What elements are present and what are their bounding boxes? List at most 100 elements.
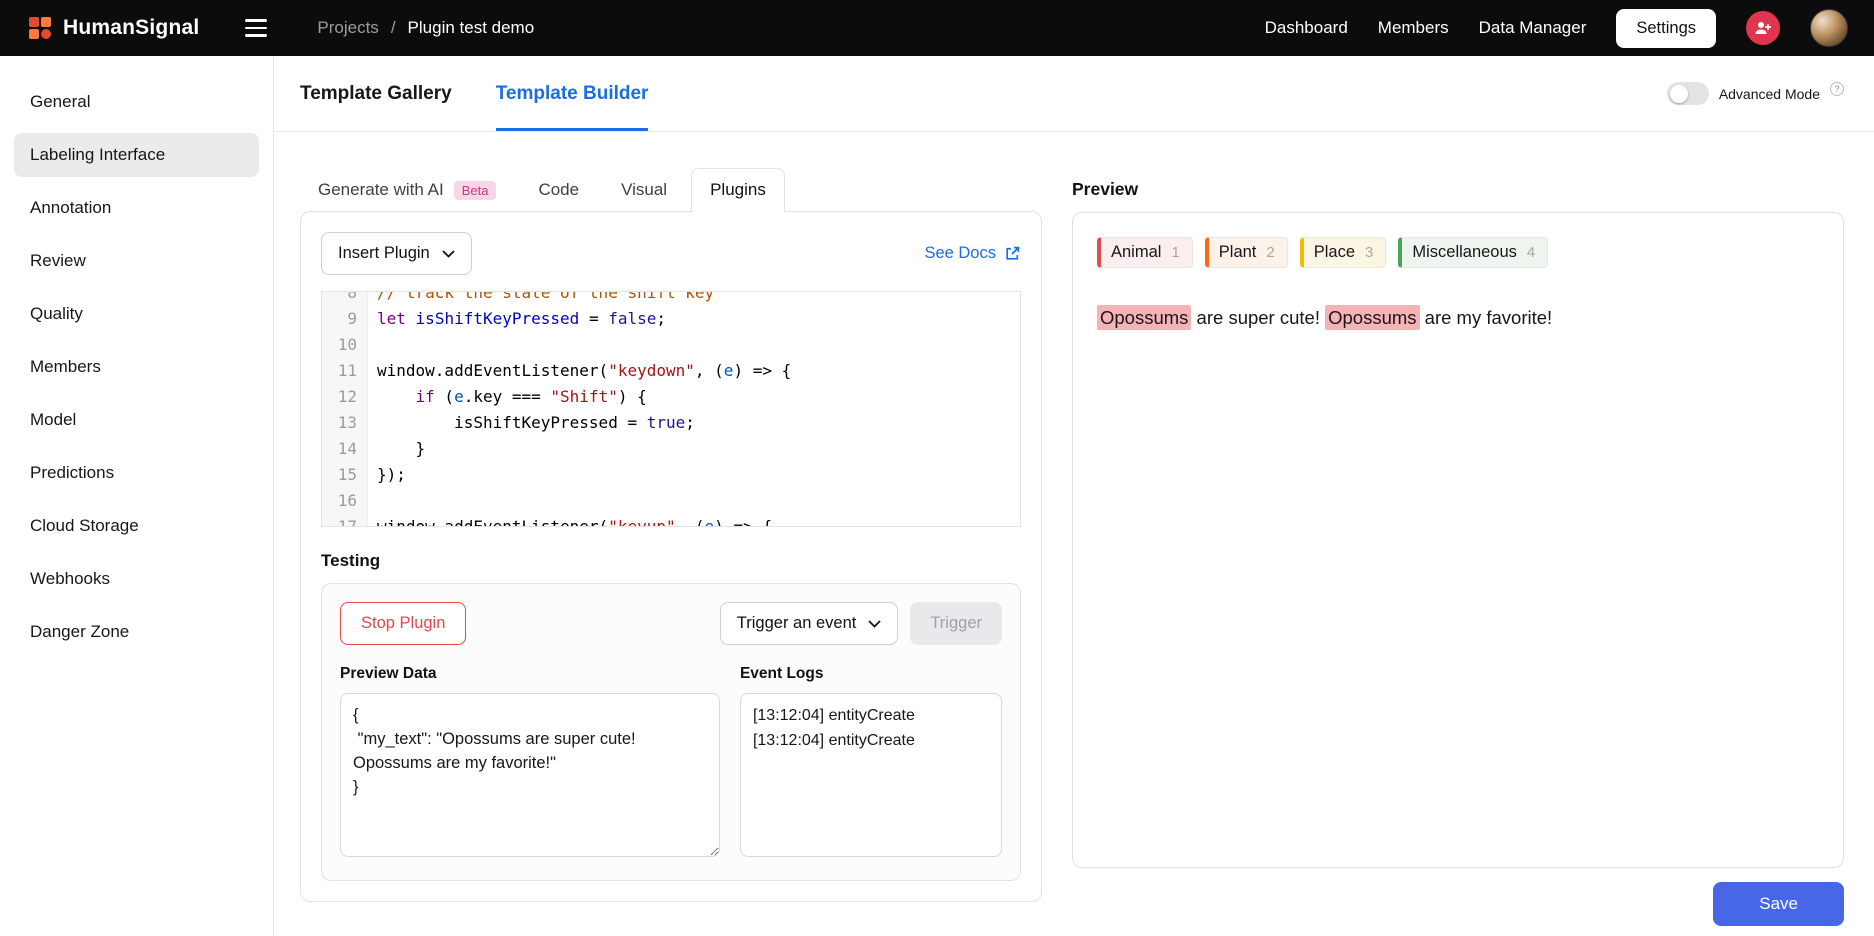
advanced-mode-control: Advanced Mode ?: [1667, 56, 1844, 131]
code-line: 9let isShiftKeyPressed = false;: [322, 306, 1020, 332]
preview-data-column: Preview Data { "my_text": "Opossums are …: [340, 665, 720, 862]
topbar: HumanSignal Projects / Plugin test demo …: [0, 0, 1874, 56]
sidebar-item-quality[interactable]: Quality: [14, 292, 259, 336]
line-content: });: [368, 462, 406, 488]
preview-panel: Animal 1 Plant2 Place3 Miscellaneous4 Opossu…: [1072, 212, 1844, 868]
testing-controls-row: Stop Plugin Trigger an event Trigger: [340, 602, 1002, 645]
label-hotkey: 1: [1171, 244, 1179, 261]
template-tabs: Template Gallery Template Builder: [300, 56, 648, 131]
line-number: 15: [322, 462, 368, 488]
preview-column: Preview Animal 1 Plant2 Place3 Miscellaneous…: [1072, 166, 1844, 936]
event-log-entry: [13:12:04] entityCreate: [753, 704, 989, 729]
line-content: [368, 332, 377, 358]
sidebar-item-danger-zone[interactable]: Danger Zone: [14, 610, 259, 654]
insert-plugin-dropdown[interactable]: Insert Plugin: [321, 232, 472, 275]
chevron-down-icon: [442, 250, 455, 258]
sidebar-item-annotation[interactable]: Annotation: [14, 186, 259, 230]
settings-sidebar: General Labeling Interface Annotation Revie…: [0, 56, 274, 936]
line-number: 12: [322, 384, 368, 410]
help-icon: ?: [1830, 82, 1844, 96]
highlighted-region[interactable]: Opossums: [1325, 305, 1419, 330]
insert-plugin-label: Insert Plugin: [338, 244, 430, 263]
code-line: 13 isShiftKeyPressed = true;: [322, 410, 1020, 436]
save-row: Save: [1072, 882, 1844, 926]
preview-title: Preview: [1072, 166, 1844, 212]
code-line: 12 if (e.key === "Shift") {: [322, 384, 1020, 410]
code-line: 16: [322, 488, 1020, 514]
hamburger-menu-icon[interactable]: [241, 15, 271, 40]
sidebar-item-predictions[interactable]: Predictions: [14, 451, 259, 495]
event-logs-box: [13:12:04] entityCreate[13:12:04] entity…: [740, 693, 1002, 857]
line-number: 8: [322, 291, 368, 306]
trigger-event-dropdown[interactable]: Trigger an event: [720, 602, 899, 645]
sidebar-item-general[interactable]: General: [14, 80, 259, 124]
nav-members[interactable]: Members: [1378, 18, 1449, 38]
user-avatar[interactable]: [1810, 9, 1848, 47]
subtab-label: Visual: [621, 180, 667, 200]
subtab-label: Generate with AI: [318, 180, 444, 200]
testing-io-row: Preview Data { "my_text": "Opossums are …: [340, 665, 1002, 862]
invite-user-button[interactable]: [1746, 11, 1780, 45]
subtab-visual[interactable]: Visual: [603, 169, 685, 212]
line-number: 11: [322, 358, 368, 384]
settings-button[interactable]: Settings: [1616, 9, 1716, 48]
label-tag-animal[interactable]: Animal 1: [1097, 237, 1193, 268]
tab-template-gallery[interactable]: Template Gallery: [300, 56, 452, 131]
label-name: Miscellaneous: [1412, 243, 1517, 262]
builder-subtabs: Generate with AI Beta Code Visual Plugins: [300, 166, 1042, 212]
save-button[interactable]: Save: [1713, 882, 1844, 926]
breadcrumb-projects[interactable]: Projects: [317, 18, 378, 38]
label-tag-place[interactable]: Place3: [1300, 237, 1387, 268]
sidebar-item-labeling-interface[interactable]: Labeling Interface: [14, 133, 259, 177]
line-number: 17: [322, 514, 368, 527]
label-tag-plant[interactable]: Plant2: [1205, 237, 1288, 268]
top-nav-links: Dashboard Members Data Manager: [1265, 18, 1587, 38]
text-segment: are my favorite!: [1420, 307, 1553, 328]
trigger-group: Trigger an event Trigger: [720, 602, 1002, 645]
subtab-generate-with-ai[interactable]: Generate with AI Beta: [300, 169, 514, 212]
event-log-entry: [13:12:04] entityCreate: [753, 729, 989, 754]
sidebar-item-review[interactable]: Review: [14, 239, 259, 283]
logo-text: HumanSignal: [63, 16, 199, 40]
page-layout: General Labeling Interface Annotation Revie…: [0, 56, 1874, 936]
highlighted-region[interactable]: Opossums: [1097, 305, 1191, 330]
code-line: 15});: [322, 462, 1020, 488]
sidebar-item-cloud-storage[interactable]: Cloud Storage: [14, 504, 259, 548]
event-logs-column: Event Logs [13:12:04] entityCreate[13:12…: [740, 665, 1002, 862]
sidebar-item-model[interactable]: Model: [14, 398, 259, 442]
code-editor[interactable]: 8// track the state of the shift key9let…: [321, 291, 1021, 527]
stop-plugin-button[interactable]: Stop Plugin: [340, 602, 466, 645]
plugin-editor-column: Generate with AI Beta Code Visual Plugins In…: [300, 166, 1042, 936]
editor-toolbar: Insert Plugin See Docs: [321, 232, 1021, 275]
line-number: 10: [322, 332, 368, 358]
preview-data-textarea[interactable]: { "my_text": "Opossums are super cute! O…: [340, 693, 720, 857]
testing-panel: Stop Plugin Trigger an event Trigger: [321, 583, 1021, 881]
nav-data-manager[interactable]: Data Manager: [1479, 18, 1587, 38]
sidebar-item-webhooks[interactable]: Webhooks: [14, 557, 259, 601]
advanced-mode-label: Advanced Mode: [1719, 86, 1820, 102]
sidebar-item-members[interactable]: Members: [14, 345, 259, 389]
nav-dashboard[interactable]: Dashboard: [1265, 18, 1348, 38]
label-name: Place: [1314, 243, 1355, 262]
testing-title: Testing: [321, 551, 1021, 571]
beta-badge: Beta: [454, 181, 497, 200]
label-name: Animal: [1111, 243, 1161, 262]
subtab-label: Plugins: [710, 180, 766, 200]
subtab-plugins[interactable]: Plugins: [691, 168, 785, 212]
label-tag-miscellaneous[interactable]: Miscellaneous4: [1398, 237, 1548, 268]
top-nav: Dashboard Members Data Manager Settings: [1265, 9, 1848, 48]
logo[interactable]: HumanSignal: [28, 16, 199, 40]
preview-text[interactable]: Opossums are super cute! Opossums are my…: [1097, 304, 1819, 332]
see-docs-label: See Docs: [924, 244, 996, 263]
code-line: 17window.addEventListener("keyup", (e) =…: [322, 514, 1020, 527]
tab-template-builder[interactable]: Template Builder: [496, 56, 649, 131]
text-segment: are super cute!: [1191, 307, 1325, 328]
code-lines: 8// track the state of the shift key9let…: [322, 291, 1020, 527]
see-docs-link[interactable]: See Docs: [924, 244, 1021, 263]
line-number: 9: [322, 306, 368, 332]
trigger-button[interactable]: Trigger: [910, 602, 1002, 645]
line-content: // track the state of the shift key: [368, 291, 714, 306]
subtab-code[interactable]: Code: [520, 169, 597, 212]
plugin-editor-card: Insert Plugin See Docs 8// track the sta…: [300, 211, 1042, 902]
advanced-mode-toggle[interactable]: [1667, 82, 1709, 105]
